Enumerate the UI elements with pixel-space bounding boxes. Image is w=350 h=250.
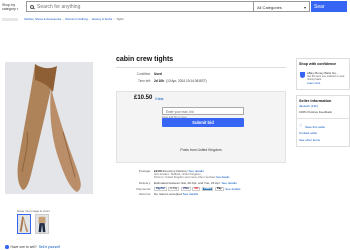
item-title: cabin crew tights [116, 56, 174, 63]
breadcrumb-separator: › [89, 17, 91, 21]
have-one-to-sell: Have one to sell? Sell it yourself [5, 245, 60, 249]
bid-panel [116, 91, 286, 163]
guarantee-description: Get the item you ordered or your money b… [307, 75, 345, 82]
tights-photo [5, 62, 93, 194]
payments-row: Payments: PayPal G Pay VISA MC AMEX Pay … [116, 186, 291, 191]
search-icon [30, 4, 34, 9]
have-one-text: Have one to sell? [10, 245, 37, 249]
seller-name-link[interactable]: daviscrk (132) [299, 104, 318, 108]
see-other-items-link[interactable]: See other items [299, 138, 320, 142]
breadcrumb-item[interactable]: Hosiery & Socks [92, 17, 113, 21]
thumbnail-1[interactable] [17, 214, 31, 234]
delivery-label: Delivery: [138, 181, 151, 186]
breadcrumb-item[interactable]: Women's Clothing [65, 17, 88, 21]
category-label: category [2, 7, 16, 12]
google-pay-icon: G Pay [168, 186, 180, 191]
heart-icon[interactable]: ♡ [299, 124, 302, 128]
apple-pay-icon: Pay [214, 186, 224, 191]
breadcrumb-separator: › [62, 17, 64, 21]
shield-icon [300, 72, 305, 78]
returns-row: Returns: No returns accepted See details [116, 192, 291, 196]
breadcrumb-item[interactable]: Clothes, Shoes & Accessories [24, 17, 61, 21]
main-item-image[interactable] [5, 62, 93, 194]
chevron-down-icon: ▾ [303, 5, 306, 10]
submit-bid-button[interactable]: Submit bid [162, 118, 244, 127]
divider [296, 118, 350, 119]
postage-row: Postage: £2.00 Economy Delivery See deta… [116, 169, 291, 180]
condition-label: Condition: [136, 72, 151, 76]
contact-seller-link[interactable]: Contact seller [299, 131, 317, 135]
shop-by-category-button[interactable]: Shop by category ▾ [2, 3, 24, 11]
delivery-details-link[interactable]: See details [221, 181, 236, 185]
postage-label: Postage: [138, 169, 151, 173]
current-price: £10.50 [134, 95, 153, 101]
sell-it-link[interactable]: Sell it yourself [39, 245, 60, 249]
thumbnail-2[interactable] [35, 214, 49, 234]
learn-more-link[interactable]: Learn more [307, 82, 320, 85]
category-select[interactable]: All Categories ▾ [254, 1, 310, 12]
time-left-label: Time left: [138, 79, 151, 83]
amex-icon: AMEX [201, 186, 214, 191]
condition-value: Used [154, 72, 162, 76]
breadcrumb-separator: › [113, 17, 115, 21]
max-bid-input[interactable]: Enter your max. bid [162, 107, 244, 115]
posts-to: Posts to: United Kingdom and many other … [154, 176, 216, 180]
payments-details-link[interactable]: See details [225, 187, 240, 191]
breadcrumb: Clothes, Shoes & Accessories › Women's C… [2, 17, 252, 21]
thumbnail-image [36, 215, 48, 233]
breadcrumb-item[interactable]: Tights [116, 17, 124, 21]
search-button[interactable]: Sear [311, 1, 347, 12]
seller-feedback: 100% Positive Feedback [299, 110, 333, 114]
chevron-down-icon: ▾ [16, 7, 19, 12]
info-icon [5, 245, 9, 249]
back-to-results-link[interactable] [2, 17, 18, 21]
delivery-value: Estimated between Sat, 20 Apr. and Tue, … [154, 181, 221, 186]
divider [116, 67, 286, 68]
save-seller-link[interactable]: Save this seller [305, 125, 325, 129]
paypal-icon: PayPal [154, 186, 167, 191]
posts-from: Posts from United Kingdom [180, 148, 222, 152]
payments-label: Payments: [136, 186, 151, 191]
time-left-date: (13 Apr, 2024 19:14:36 BST) [166, 79, 207, 83]
posts-to-details-link[interactable]: See details [216, 176, 229, 179]
category-select-value: All Categories [257, 5, 282, 10]
shipping-section: Postage: £2.00 Economy Delivery See deta… [116, 169, 291, 197]
mastercard-icon: MC [192, 186, 201, 191]
thumbnail-image [18, 215, 30, 233]
search-placeholder: Search for anything [37, 3, 81, 10]
delivery-row: Delivery: Estimated between Sat, 20 Apr.… [116, 181, 291, 185]
bid-count-link[interactable]: 0 bids [155, 97, 164, 101]
time-left-row: Time left: 2d 10h (13 Apr, 2024 19:14:36… [116, 79, 207, 83]
search-input[interactable]: Search for anything [26, 1, 254, 12]
seller-info-title: Seller information [299, 99, 332, 103]
returns-label: Returns: [139, 191, 151, 196]
visa-icon: VISA [180, 186, 191, 191]
returns-value: No returns accepted [154, 191, 182, 196]
time-left-value: 2d 10h [154, 79, 165, 83]
zoom-hint: Hover over image to zoom [17, 209, 50, 213]
condition-row: Condition: Used [116, 72, 162, 76]
confidence-title: Shop with confidence [299, 62, 337, 66]
returns-details-link[interactable]: See details [183, 192, 198, 196]
